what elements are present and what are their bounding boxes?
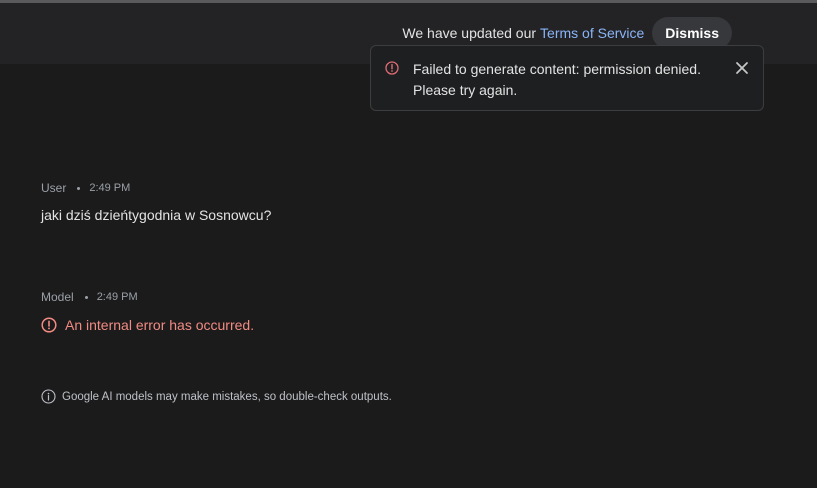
- model-error: An internal error has occurred.: [41, 317, 254, 333]
- message-role: User: [41, 181, 67, 195]
- error-circle-icon: [385, 61, 399, 75]
- user-message-text: jaki dziś dzieńtygodnia w Sosnowcu?: [41, 207, 272, 223]
- error-icon: [41, 317, 57, 333]
- terms-of-service-link[interactable]: Terms of Service: [540, 25, 644, 41]
- error-toast: Failed to generate content: permission d…: [370, 45, 764, 111]
- disclaimer: Google AI models may make mistakes, so d…: [41, 389, 392, 404]
- toast-message: Failed to generate content: permission d…: [413, 61, 701, 98]
- error-text: An internal error has occurred.: [65, 317, 255, 333]
- separator-dot: [77, 186, 81, 190]
- user-message-meta: User 2:49 PM: [41, 181, 130, 195]
- message-role: Model: [41, 290, 74, 304]
- model-message-meta: Model 2:49 PM: [41, 290, 138, 304]
- separator-dot: [84, 295, 88, 299]
- tos-text: We have updated our: [402, 25, 537, 41]
- disclaimer-text: Google AI models may make mistakes, so d…: [62, 390, 392, 403]
- info-icon: [41, 389, 56, 404]
- close-icon[interactable]: [734, 60, 750, 76]
- message-time: 2:49 PM: [96, 291, 138, 303]
- message-time: 2:49 PM: [89, 182, 131, 194]
